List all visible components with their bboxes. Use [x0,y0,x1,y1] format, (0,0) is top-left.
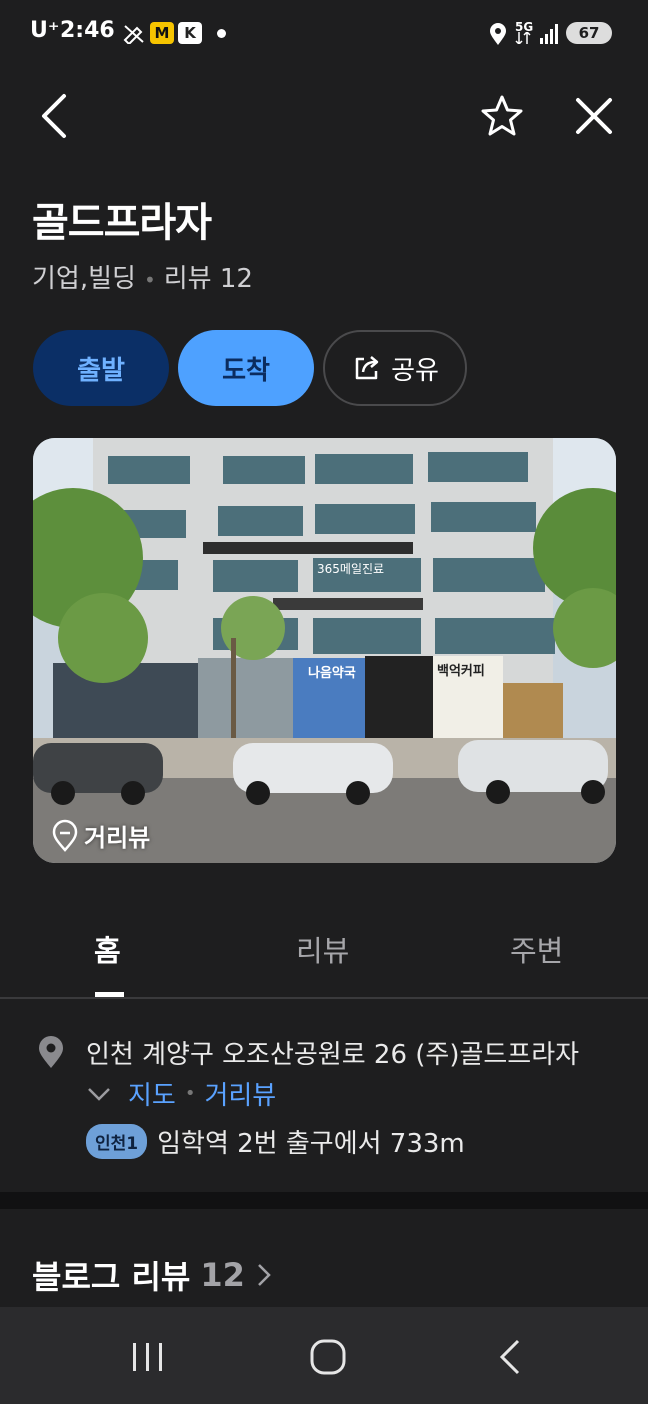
place-meta: 기업,빌딩 • 리뷰 12 [32,264,253,294]
start-route-button[interactable]: 출발 [33,330,169,406]
k-app-icon: K [178,22,202,44]
close-icon[interactable] [572,94,616,138]
subway-info: 인천1 임학역 2번 출구에서 733m [86,1123,465,1160]
map-link[interactable]: 지도 [128,1075,176,1112]
sign-pharmacy: 나음약국 [308,666,356,681]
battery-level: 67 [578,24,600,42]
share-icon [355,356,379,380]
page-title: 골드프라자 [32,200,212,246]
status-bar: U⁺ 2:46 M K 5G 67 [0,0,648,66]
recent-apps-icon[interactable] [128,1339,168,1375]
battery-icon: 67 [566,22,612,44]
sign-coffee: 백억커피 [437,664,485,679]
start-label: 출발 [77,355,125,386]
building-illustration [33,438,616,863]
signal-icon [540,24,558,44]
streetview-link[interactable]: 거리뷰 [204,1075,276,1112]
sign-clinic: 365메일진료 [317,562,385,576]
edit-notification-icon [123,25,144,44]
location-pin-icon [52,819,78,852]
tab-review[interactable]: 리뷰 [296,928,349,970]
notification-dot [217,29,226,38]
favorite-star-icon[interactable] [480,94,524,138]
streetview-badge[interactable]: 거리뷰 [50,818,150,853]
system-nav-bar [0,1307,648,1404]
review-count-link[interactable]: 리뷰 12 [164,264,253,294]
blog-review-label: 블로그 리뷰 [32,1258,191,1296]
m-app-icon: M [150,22,174,44]
back-icon[interactable] [36,92,70,140]
clock: 2:46 [60,18,115,43]
arrive-label: 도착 [222,355,270,386]
section-divider [0,1192,648,1209]
streetview-photo[interactable]: 나음약국 백억커피 365메일진료 [33,438,616,863]
place-category: 기업,빌딩 [32,264,136,294]
data-arrows-icon [515,32,531,44]
tab-nearby[interactable]: 주변 [510,928,563,970]
system-back-icon[interactable] [492,1337,526,1377]
chevron-right-icon [257,1264,271,1286]
subway-line-badge: 인천1 [86,1124,148,1159]
tab-home[interactable]: 홈 [94,928,121,970]
share-label: 공유 [391,355,439,386]
streetview-badge-label: 거리뷰 [84,824,151,852]
carrier-label: U⁺ [30,18,60,43]
chevron-down-icon[interactable] [86,1082,116,1106]
subway-distance: 임학역 2번 출구에서 733m [157,1129,465,1159]
arrive-route-button[interactable]: 도착 [178,330,314,406]
address-links: 지도 • 거리뷰 [86,1075,276,1112]
blog-review-header[interactable]: 블로그 리뷰 12 [32,1252,275,1298]
share-button[interactable]: 공유 [323,330,467,406]
address-pin-icon [39,1036,63,1068]
home-icon[interactable] [308,1337,348,1377]
tab-divider [0,997,648,999]
address-text: 인천 계양구 오조산공원로 26 (주)골드프라자 [86,1040,580,1070]
blog-review-count: 12 [200,1256,245,1294]
location-icon [490,23,506,45]
